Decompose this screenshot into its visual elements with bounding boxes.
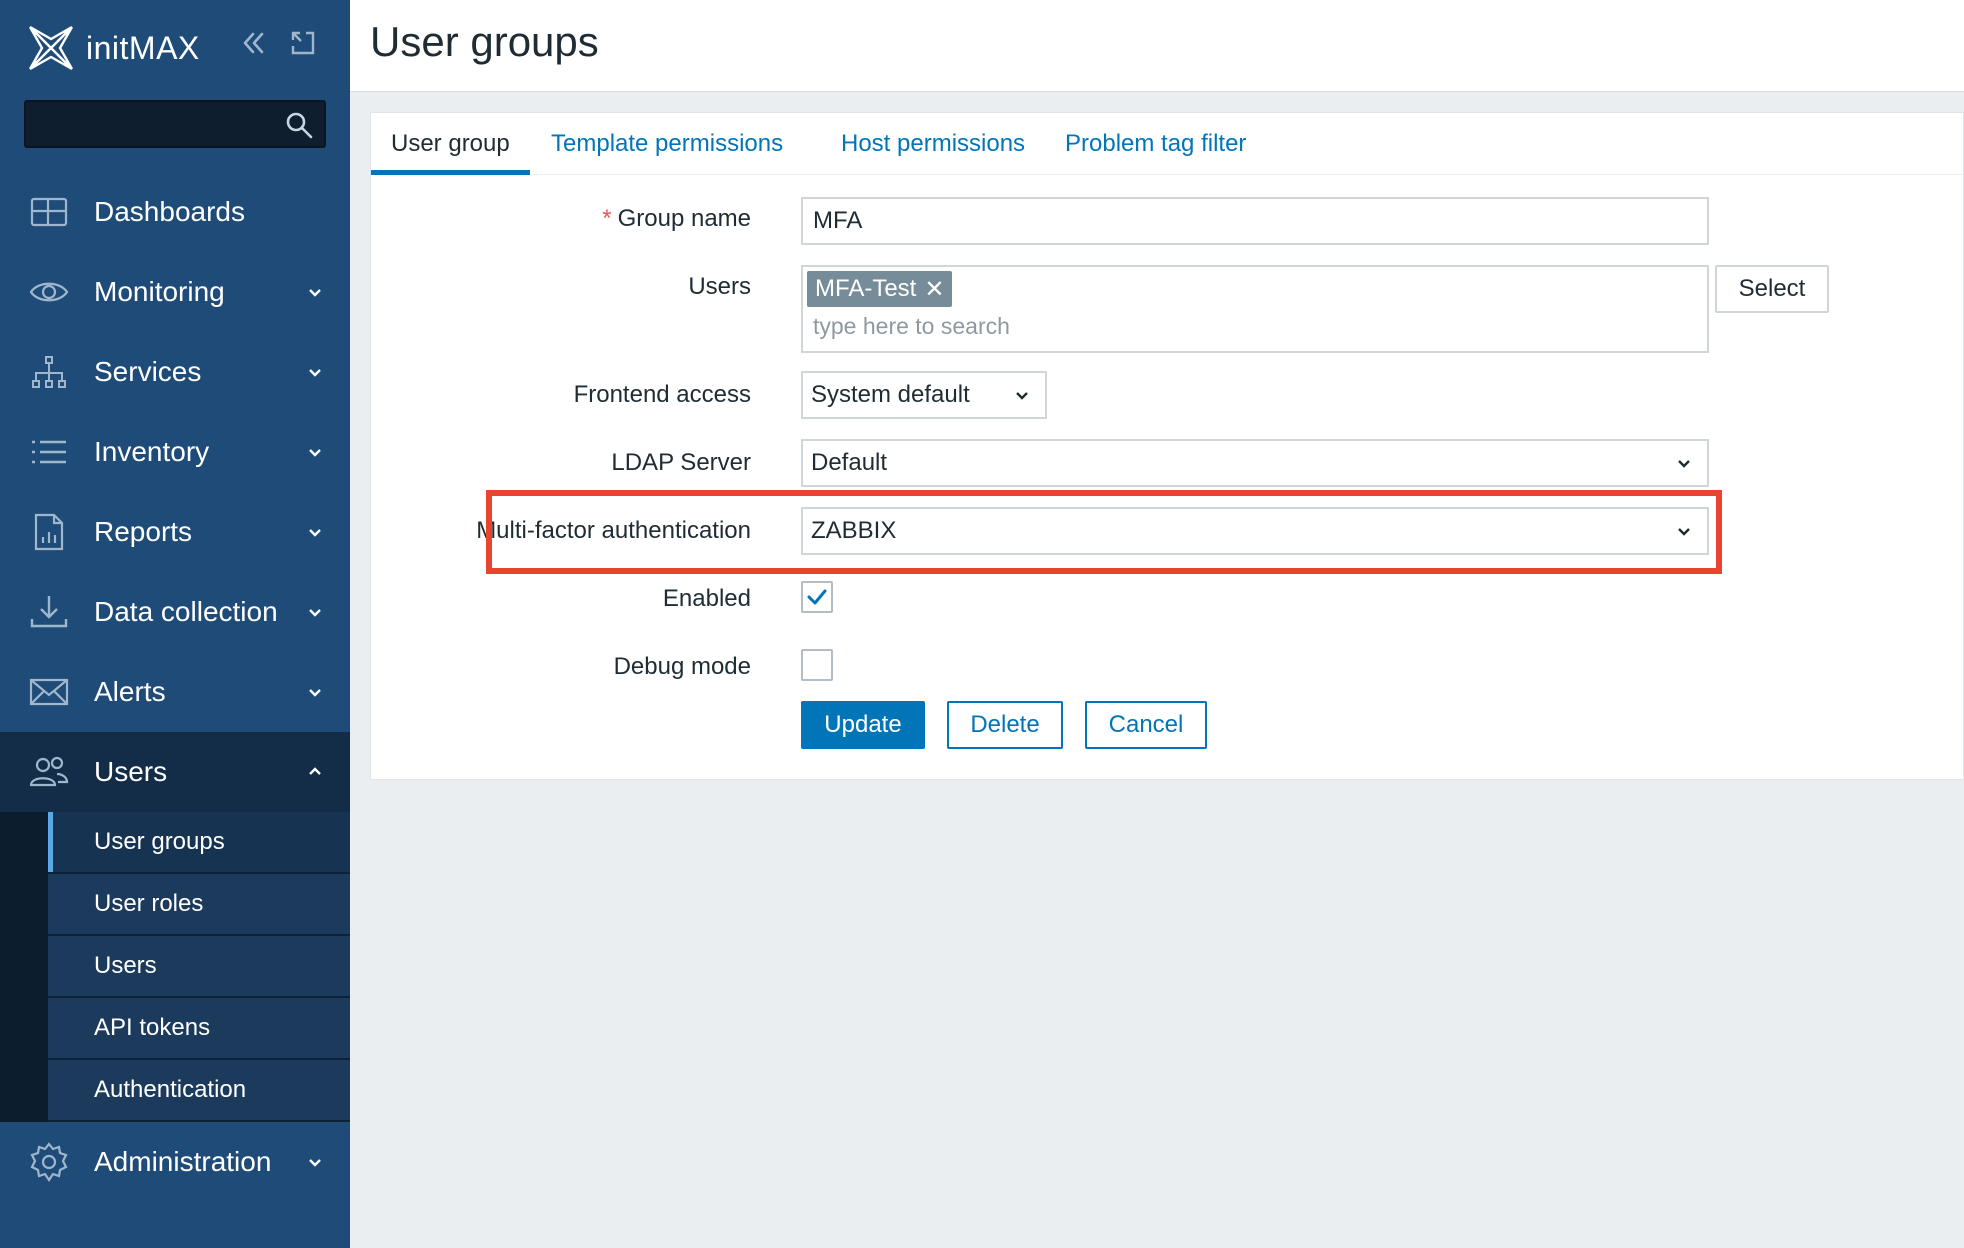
tabs: User group Template permissions Host per… (371, 113, 1963, 175)
report-icon (28, 511, 70, 553)
chevron-down-icon (309, 609, 321, 617)
gear-icon (28, 1141, 70, 1183)
tab-user-group[interactable]: User group (371, 113, 530, 175)
tab-host-permissions[interactable]: Host permissions (821, 113, 1045, 175)
sidebar-item-dashboards[interactable]: Dashboards (0, 172, 350, 252)
users-icon (28, 751, 70, 793)
eye-icon (28, 271, 70, 313)
users-multiselect[interactable]: MFA-Test ✕ type here to search (801, 265, 1709, 353)
sidebar-search-input[interactable] (24, 100, 326, 148)
enabled-checkbox[interactable] (801, 581, 833, 613)
sidebar-item-monitoring[interactable]: Monitoring (0, 252, 350, 332)
submenu-item-user-roles[interactable]: User roles (48, 874, 350, 936)
submenu-item-authentication[interactable]: Authentication (48, 1060, 350, 1122)
download-icon (28, 591, 70, 633)
enabled-label: Enabled (662, 585, 751, 612)
users-search-placeholder[interactable]: type here to search (813, 313, 1010, 340)
checkmark-icon (807, 589, 827, 605)
required-mark: * (602, 205, 612, 232)
user-chip: MFA-Test ✕ (807, 271, 953, 307)
debug-mode-label: Debug mode (613, 653, 751, 680)
sidebar-item-users[interactable]: Users (0, 732, 350, 812)
hierarchy-icon (28, 351, 70, 393)
ldap-server-label: LDAP Server (611, 449, 751, 476)
chevron-down-icon (1016, 392, 1028, 400)
sidebar-item-label: Services (94, 356, 202, 387)
select-users-button[interactable]: Select (1715, 265, 1829, 313)
sidebar-item-reports[interactable]: Reports (0, 492, 350, 572)
user-group-form: User group Template permissions Host per… (370, 112, 1964, 780)
sidebar-item-services[interactable]: Services (0, 332, 350, 412)
page-title: User groups (370, 18, 599, 65)
update-button[interactable]: Update (801, 701, 925, 749)
sidebar-item-label: Dashboards (94, 196, 245, 227)
mfa-label: Multi-factor authentication (476, 517, 751, 544)
dashboard-icon (28, 191, 70, 233)
sidebar-item-label: Alerts (94, 676, 166, 707)
chevron-down-icon (309, 689, 321, 697)
sidebar-item-label: Reports (94, 516, 193, 547)
sidebar-item-label: Administration (94, 1146, 272, 1177)
sidebar-item-label: Monitoring (94, 276, 225, 307)
submenu-item-user-groups[interactable]: User groups (48, 812, 350, 874)
main-nav: Dashboards Monitoring Services Inventory (0, 172, 350, 1202)
list-icon (28, 431, 70, 473)
chevron-down-icon (309, 289, 321, 297)
frontend-access-select[interactable]: System default (801, 371, 1047, 419)
submenu-item-api-tokens[interactable]: API tokens (48, 998, 350, 1060)
sidebar-item-alerts[interactable]: Alerts (0, 652, 350, 732)
page-header: User groups (350, 0, 1964, 92)
cancel-button[interactable]: Cancel (1085, 701, 1207, 749)
brand[interactable]: initMAX (24, 20, 200, 76)
kiosk-mode-icon[interactable] (288, 28, 318, 58)
chevron-down-icon (309, 369, 321, 377)
chevron-down-icon (1678, 528, 1690, 536)
chevron-down-icon (309, 1159, 321, 1167)
remove-chip-icon[interactable]: ✕ (924, 275, 944, 304)
chevron-down-icon (309, 449, 321, 457)
mfa-select[interactable]: ZABBIX (801, 507, 1709, 555)
sidebar-item-administration[interactable]: Administration (0, 1122, 350, 1202)
frontend-access-label: Frontend access (573, 381, 751, 408)
sidebar-item-inventory[interactable]: Inventory (0, 412, 350, 492)
users-label: Users (688, 273, 751, 300)
sidebar-item-label: Inventory (94, 436, 210, 467)
debug-mode-checkbox[interactable] (801, 649, 833, 681)
initmax-logo-icon (28, 25, 74, 71)
tab-template-permissions[interactable]: Template permissions (531, 113, 803, 175)
sidebar-item-label: Users (94, 756, 168, 787)
delete-button[interactable]: Delete (947, 701, 1063, 749)
sidebar: initMAX Dashboards Monitoring Services I… (0, 0, 350, 1248)
search-icon[interactable] (284, 110, 314, 140)
collapse-sidebar-icon[interactable] (238, 28, 268, 58)
chevron-down-icon (1678, 460, 1690, 468)
users-submenu: User groups User roles Users API tokens … (0, 812, 350, 1122)
chevron-down-icon (309, 529, 321, 537)
envelope-icon (28, 671, 70, 713)
sidebar-item-label: Data collection (94, 596, 278, 627)
group-name-label: * Group name (602, 205, 751, 232)
submenu-item-users[interactable]: Users (48, 936, 350, 998)
ldap-server-select[interactable]: Default (801, 439, 1709, 487)
tab-problem-tag-filter[interactable]: Problem tag filter (1045, 113, 1266, 175)
group-name-input[interactable]: MFA (801, 197, 1709, 245)
brand-name: initMAX (86, 29, 200, 66)
chevron-up-icon (309, 767, 321, 775)
sidebar-item-data-collection[interactable]: Data collection (0, 572, 350, 652)
